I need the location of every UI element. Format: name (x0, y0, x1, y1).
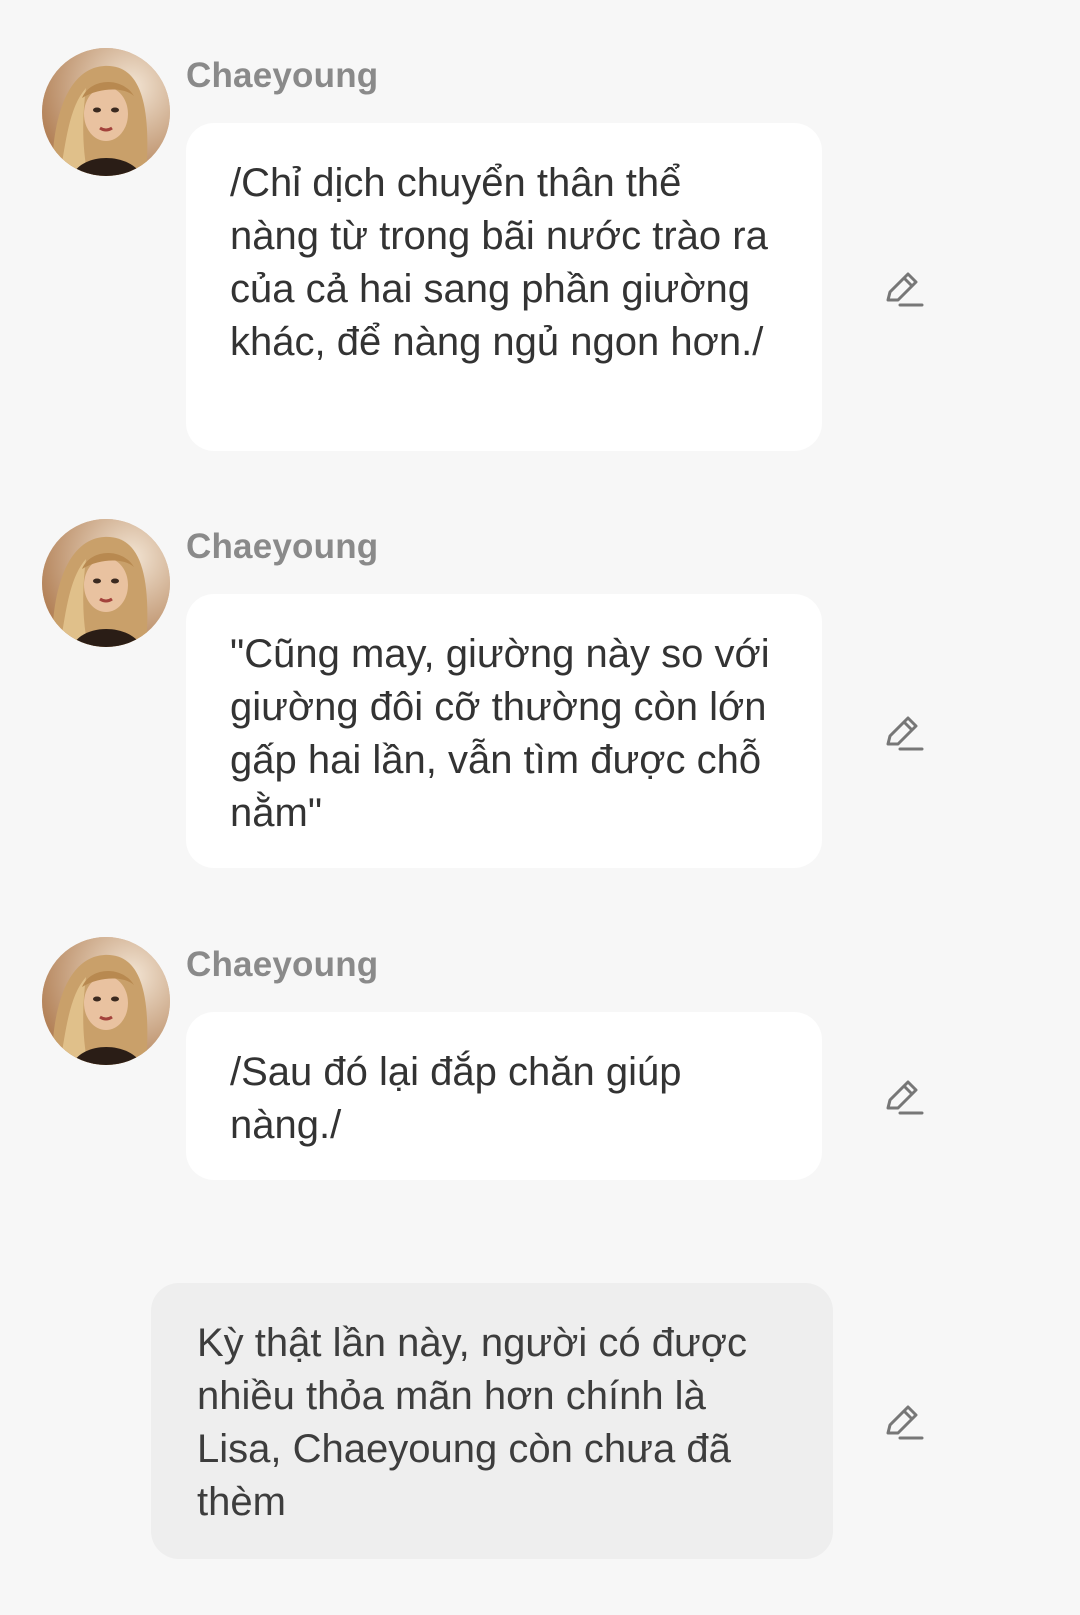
edit-message-button[interactable] (878, 708, 926, 756)
avatar-chaeyoung[interactable] (42, 48, 170, 176)
profile-photo-avatar (42, 48, 170, 176)
message-bubble: "Cũng may, giường này so với giường đôi … (186, 594, 822, 868)
profile-photo-avatar (42, 937, 170, 1065)
pencil-edit-icon (886, 1405, 924, 1440)
user-message-bubble: Kỳ thật lần này, người có được nhiều thỏ… (151, 1283, 833, 1559)
profile-photo-avatar (42, 519, 170, 647)
pencil-edit-icon (886, 1080, 924, 1115)
sender-name: Chaeyoung (186, 945, 379, 984)
sender-name: Chaeyoung (186, 56, 379, 95)
sender-name: Chaeyoung (186, 527, 379, 566)
pencil-edit-icon (886, 272, 924, 307)
edit-message-button[interactable] (878, 1072, 926, 1120)
avatar-chaeyoung[interactable] (42, 937, 170, 1065)
message-bubble: /Sau đó lại đắp chăn giúp nàng./ (186, 1012, 822, 1180)
edit-message-button[interactable] (878, 1397, 926, 1445)
pencil-edit-icon (886, 716, 924, 751)
message-bubble: /Chỉ dịch chuyển thân thể nàng từ trong … (186, 123, 822, 451)
avatar-chaeyoung[interactable] (42, 519, 170, 647)
edit-message-button[interactable] (878, 264, 926, 312)
